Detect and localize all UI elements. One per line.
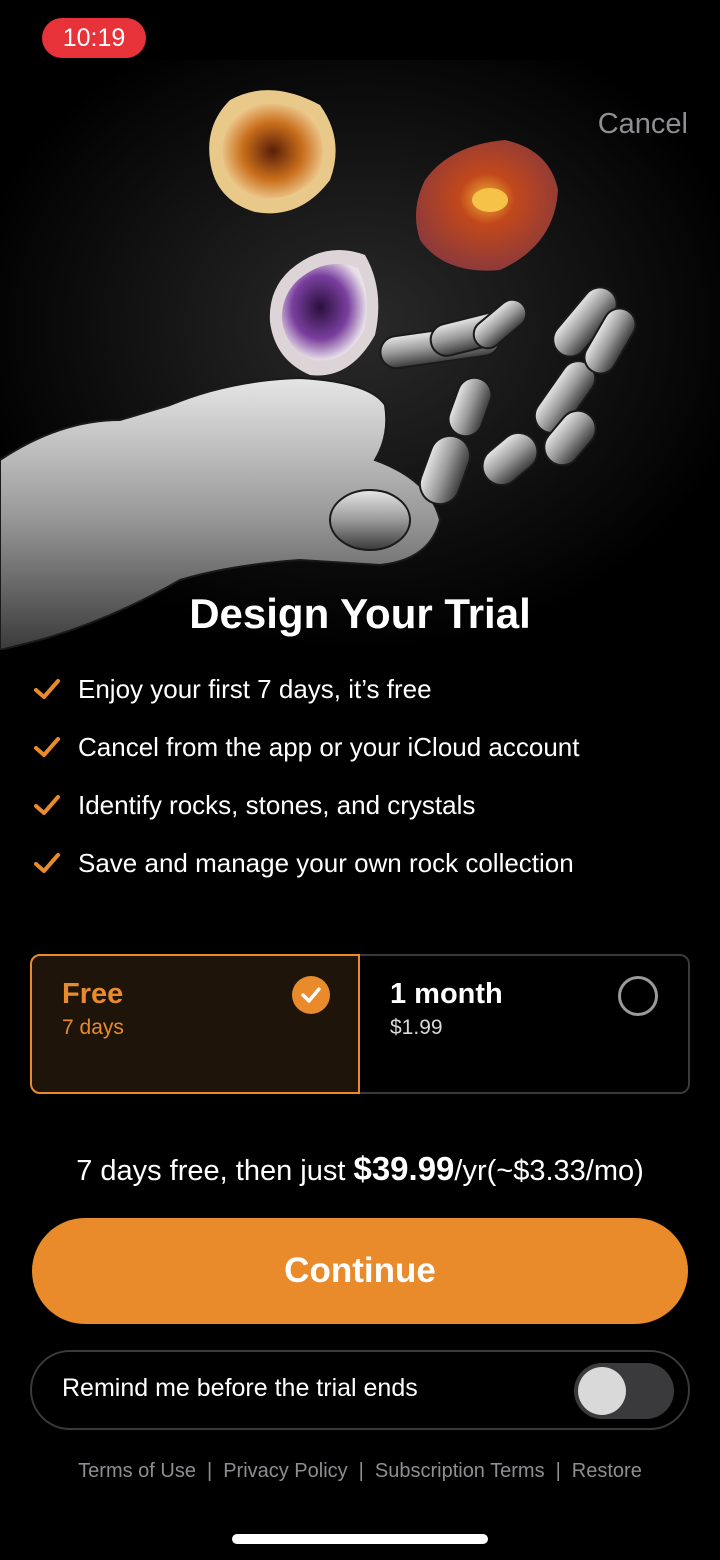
feature-item: Cancel from the app or your iCloud accou… (32, 718, 692, 776)
reminder-toggle[interactable] (574, 1363, 674, 1419)
cancel-button[interactable]: Cancel (598, 108, 688, 141)
plan-option-1-month[interactable]: 1 month $1.99 (360, 954, 690, 1094)
home-indicator (232, 1534, 488, 1544)
unselected-radio-icon (618, 976, 658, 1016)
checkmark-icon (34, 737, 60, 757)
toggle-knob (578, 1367, 626, 1415)
plan-detail: 7 days (62, 1016, 124, 1039)
restore-link[interactable]: Restore (572, 1460, 642, 1483)
feature-text: Enjoy your first 7 days, it’s free (78, 673, 432, 704)
feature-item: Identify rocks, stones, and crystals (32, 776, 692, 834)
terms-of-use-link[interactable]: Terms of Use (78, 1460, 196, 1483)
pricing-price: $39.99 (353, 1150, 455, 1187)
status-time: 10:19 (42, 18, 146, 58)
reminder-label: Remind me before the trial ends (62, 1374, 418, 1402)
feature-text: Cancel from the app or your iCloud accou… (78, 731, 580, 762)
pricing-summary: 7 days free, then just $39.99/yr(~$3.33/… (0, 1150, 720, 1188)
checkmark-icon (34, 853, 60, 873)
privacy-policy-link[interactable]: Privacy Policy (223, 1460, 347, 1483)
feature-list: Enjoy your first 7 days, it’s free Cance… (32, 660, 692, 892)
feature-text: Identify rocks, stones, and crystals (78, 789, 476, 820)
subscription-terms-link[interactable]: Subscription Terms (375, 1460, 545, 1483)
plan-name: Free (62, 978, 124, 1010)
feature-item: Save and manage your own rock collection (32, 834, 692, 892)
pricing-prefix: 7 days free, then just (76, 1155, 354, 1187)
footer-links: Terms of Use | Privacy Policy | Subscrip… (0, 1460, 720, 1483)
checkmark-icon (34, 679, 60, 699)
plan-selector: Free 7 days 1 month $1.99 (30, 954, 690, 1094)
reminder-row: Remind me before the trial ends (30, 1350, 690, 1430)
pricing-suffix: /yr(~$3.33/mo) (454, 1155, 644, 1187)
feature-text: Save and manage your own rock collection (78, 847, 574, 878)
feature-item: Enjoy your first 7 days, it’s free (32, 660, 692, 718)
continue-button[interactable]: Continue (32, 1218, 688, 1324)
divider: | (206, 1460, 213, 1482)
hero-illustration (0, 60, 720, 650)
plan-name: 1 month (390, 978, 503, 1010)
divider: | (555, 1460, 561, 1482)
page-title: Design Your Trial (189, 590, 531, 637)
checkmark-icon (34, 795, 60, 815)
divider: | (358, 1460, 364, 1482)
plan-option-free[interactable]: Free 7 days (30, 954, 360, 1094)
selected-check-icon (292, 976, 330, 1014)
plan-detail: $1.99 (390, 1016, 443, 1039)
